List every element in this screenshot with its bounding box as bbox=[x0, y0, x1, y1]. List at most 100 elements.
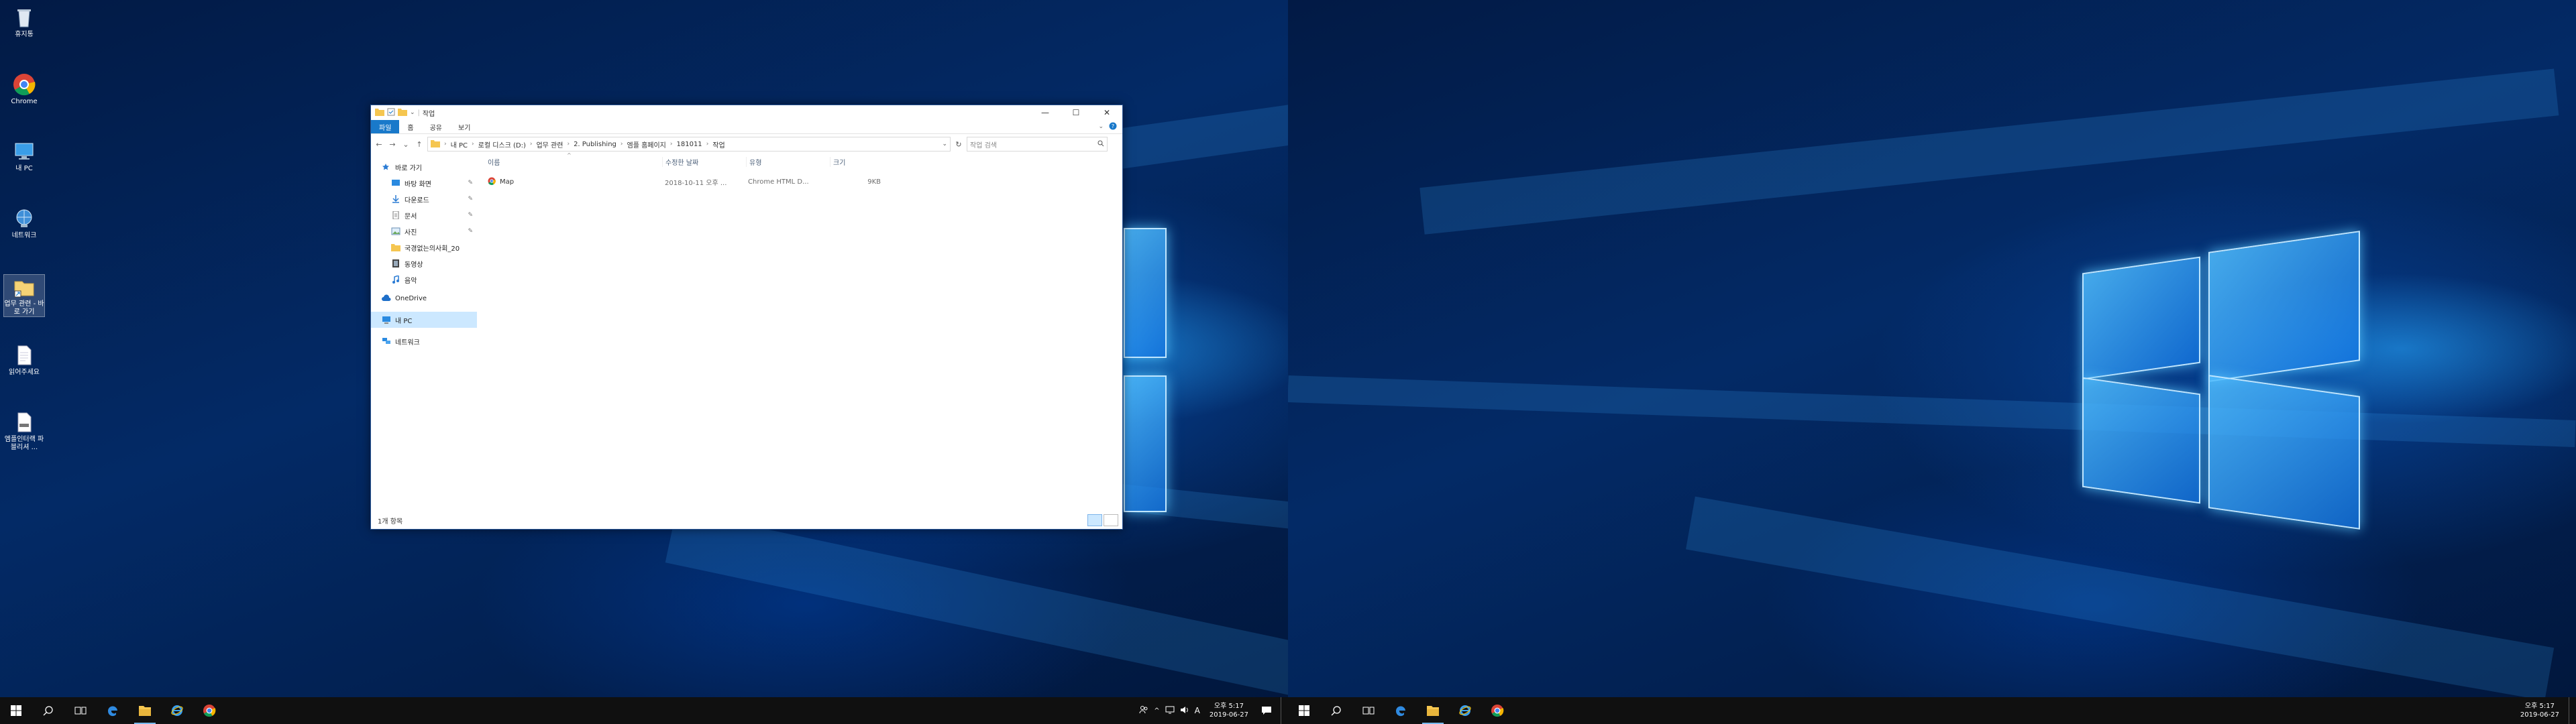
nav-item-onedrive[interactable]: OneDrive bbox=[371, 290, 477, 306]
onedrive-icon bbox=[382, 294, 391, 302]
tab-share[interactable]: 공유 bbox=[422, 120, 450, 133]
breadcrumb-separator[interactable]: › bbox=[670, 141, 673, 147]
back-button[interactable]: ← bbox=[374, 140, 384, 149]
search-button[interactable] bbox=[1320, 697, 1352, 724]
tab-file[interactable]: 파일 bbox=[371, 120, 400, 133]
properties-icon[interactable] bbox=[387, 108, 395, 118]
taskbar-ie[interactable] bbox=[161, 697, 193, 724]
task-view-icon bbox=[74, 707, 87, 715]
navigation-pane: 바로 가기 바탕 화면 ✎ 다운로드 ✎ 문서 ✎ 사진 ✎ 국경없는의사회_2… bbox=[371, 154, 477, 511]
file-list[interactable]: ^ 이름 수정한 날짜 유형 크기 Map 2018-10-11 오후 ... … bbox=[477, 152, 1122, 511]
volume-icon[interactable] bbox=[1180, 706, 1189, 716]
chevron-up-icon[interactable]: ^ bbox=[1154, 707, 1159, 715]
desktop-icon-chrome[interactable]: Chrome bbox=[4, 72, 44, 106]
taskbar-edge[interactable] bbox=[97, 697, 129, 724]
breadcrumb-item[interactable]: 로컬 디스크 (D:) bbox=[478, 139, 526, 149]
breadcrumb-separator[interactable]: › bbox=[530, 141, 533, 147]
details-view-button[interactable] bbox=[1087, 514, 1102, 526]
desktop-icon-network[interactable]: 네트워크 bbox=[4, 206, 44, 240]
desktop-icon-recycle-bin[interactable]: 휴지통 bbox=[4, 5, 44, 39]
tab-view[interactable]: 보기 bbox=[450, 120, 478, 133]
column-header-size[interactable]: 크기 bbox=[830, 156, 888, 167]
new-folder-icon[interactable] bbox=[398, 108, 407, 118]
quick-access-toolbar: ⌄ | 작업 bbox=[375, 108, 435, 118]
taskbar-file-explorer[interactable] bbox=[129, 697, 161, 724]
task-view-button[interactable] bbox=[64, 697, 97, 724]
breadcrumb-item[interactable]: 내 PC bbox=[451, 139, 468, 149]
breadcrumb-separator[interactable]: › bbox=[472, 141, 474, 147]
chevron-down-icon[interactable]: ⌄ bbox=[410, 109, 415, 116]
desktop-icon-this-pc[interactable]: 내 PC bbox=[4, 139, 44, 173]
maximize-button[interactable]: ☐ bbox=[1061, 105, 1091, 120]
desktop-icon-label: 휴지통 bbox=[15, 31, 34, 38]
ime-icon[interactable]: A bbox=[1195, 706, 1200, 715]
desktop-wallpaper bbox=[1288, 0, 2576, 701]
address-bar[interactable]: › 내 PC › 로컬 디스크 (D:) › 업무 관련 › 2. Publis… bbox=[427, 137, 951, 152]
up-button[interactable]: ↑ bbox=[414, 140, 425, 149]
breadcrumb-item[interactable]: 엠플 홈페이지 bbox=[627, 139, 666, 149]
windows-logo-pane bbox=[1124, 228, 1167, 358]
desktop-icon-label: 읽어주세요 bbox=[9, 369, 40, 376]
windows-start-icon bbox=[1299, 705, 1309, 716]
show-desktop-button[interactable] bbox=[2569, 697, 2573, 724]
clock[interactable]: 오후 5:17 2019-06-27 bbox=[2516, 702, 2563, 719]
close-button[interactable]: ✕ bbox=[1091, 105, 1122, 120]
pictures-icon bbox=[391, 227, 400, 235]
minimize-button[interactable]: — bbox=[1030, 105, 1061, 120]
nav-item-desktop[interactable]: 바탕 화면 ✎ bbox=[371, 175, 477, 191]
nav-item-this-pc[interactable]: 내 PC bbox=[371, 312, 477, 328]
column-header-name[interactable]: 이름 bbox=[484, 157, 662, 167]
forward-button[interactable]: → bbox=[387, 140, 398, 149]
nav-item-downloads[interactable]: 다운로드 ✎ bbox=[371, 191, 477, 207]
network-tray-icon[interactable] bbox=[1165, 706, 1175, 716]
breadcrumb-separator[interactable]: › bbox=[567, 141, 570, 147]
show-desktop-button[interactable] bbox=[1281, 697, 1285, 724]
breadcrumb-item[interactable]: 업무 관련 bbox=[536, 139, 563, 149]
taskbar-edge[interactable] bbox=[1385, 697, 1417, 724]
taskbar: ^ A 오후 5:17 2019-06-27 bbox=[0, 697, 1288, 724]
nav-item-pictures[interactable]: 사진 ✎ bbox=[371, 223, 477, 239]
nav-item-quick-access[interactable]: 바로 가기 bbox=[371, 159, 477, 175]
help-icon[interactable]: ? bbox=[1109, 122, 1117, 132]
refresh-button[interactable]: ↻ bbox=[953, 140, 964, 149]
task-view-button[interactable] bbox=[1352, 697, 1385, 724]
breadcrumb-separator[interactable]: › bbox=[706, 141, 709, 147]
search-button[interactable] bbox=[32, 697, 64, 724]
desktop-icon-work-shortcut[interactable]: 업무 관련 - 바로 가기 bbox=[3, 274, 45, 317]
nav-item-network[interactable]: 네트워크 bbox=[371, 333, 477, 349]
nav-item-music[interactable]: 음악 bbox=[371, 272, 477, 288]
breadcrumb-item-current[interactable]: 작업 bbox=[712, 139, 724, 149]
breadcrumb-item[interactable]: 2. Publishing bbox=[574, 141, 616, 148]
nav-item-folder[interactable]: 국경없는의사회_20 bbox=[371, 239, 477, 255]
address-dropdown-icon[interactable]: ⌄ bbox=[942, 141, 947, 147]
file-name: Map bbox=[500, 178, 515, 186]
taskbar-ie[interactable] bbox=[1449, 697, 1481, 724]
expand-ribbon-icon[interactable]: ⌄ bbox=[1098, 123, 1104, 130]
desktop-icon-readme[interactable]: 읽어주세요 bbox=[4, 343, 44, 377]
clock[interactable]: 오후 5:17 2019-06-27 bbox=[1205, 702, 1252, 719]
table-row[interactable]: Map 2018-10-11 오후 ... Chrome HTML D... 9… bbox=[484, 174, 1122, 190]
title-bar[interactable]: ⌄ | 작업 — ☐ ✕ bbox=[371, 105, 1122, 120]
search-input[interactable]: 작업 검색 bbox=[967, 137, 1108, 152]
recent-locations-button[interactable]: ⌄ bbox=[400, 140, 411, 149]
nav-item-documents[interactable]: 문서 ✎ bbox=[371, 207, 477, 223]
nav-item-label: 바로 가기 bbox=[395, 164, 422, 172]
taskbar-file-explorer[interactable] bbox=[1417, 697, 1449, 724]
people-icon[interactable] bbox=[1139, 705, 1148, 717]
column-header-date[interactable]: 수정한 날짜 bbox=[662, 156, 746, 167]
column-header-type[interactable]: 유형 bbox=[746, 156, 830, 167]
start-button[interactable] bbox=[0, 697, 32, 724]
start-button[interactable] bbox=[1288, 697, 1320, 724]
taskbar-chrome[interactable] bbox=[1481, 697, 1513, 724]
action-center-button[interactable] bbox=[1258, 697, 1275, 724]
search-icon bbox=[1097, 140, 1104, 149]
breadcrumb-separator[interactable]: › bbox=[621, 141, 623, 147]
tab-home[interactable]: 홈 bbox=[399, 120, 421, 133]
large-icons-view-button[interactable] bbox=[1104, 514, 1118, 526]
taskbar-chrome[interactable] bbox=[193, 697, 225, 724]
edge-icon bbox=[107, 706, 117, 717]
nav-item-videos[interactable]: 동영상 bbox=[371, 255, 477, 272]
file-explorer-window[interactable]: ⌄ | 작업 — ☐ ✕ 파일 홈 공유 보기 ⌄ ? ← → ⌄ ↑ › 내 … bbox=[370, 105, 1123, 530]
desktop-icon-publisher-doc[interactable]: 엠플인터랙 파블리셔 ... bbox=[4, 410, 44, 452]
breadcrumb-item[interactable]: 181011 bbox=[677, 141, 702, 148]
